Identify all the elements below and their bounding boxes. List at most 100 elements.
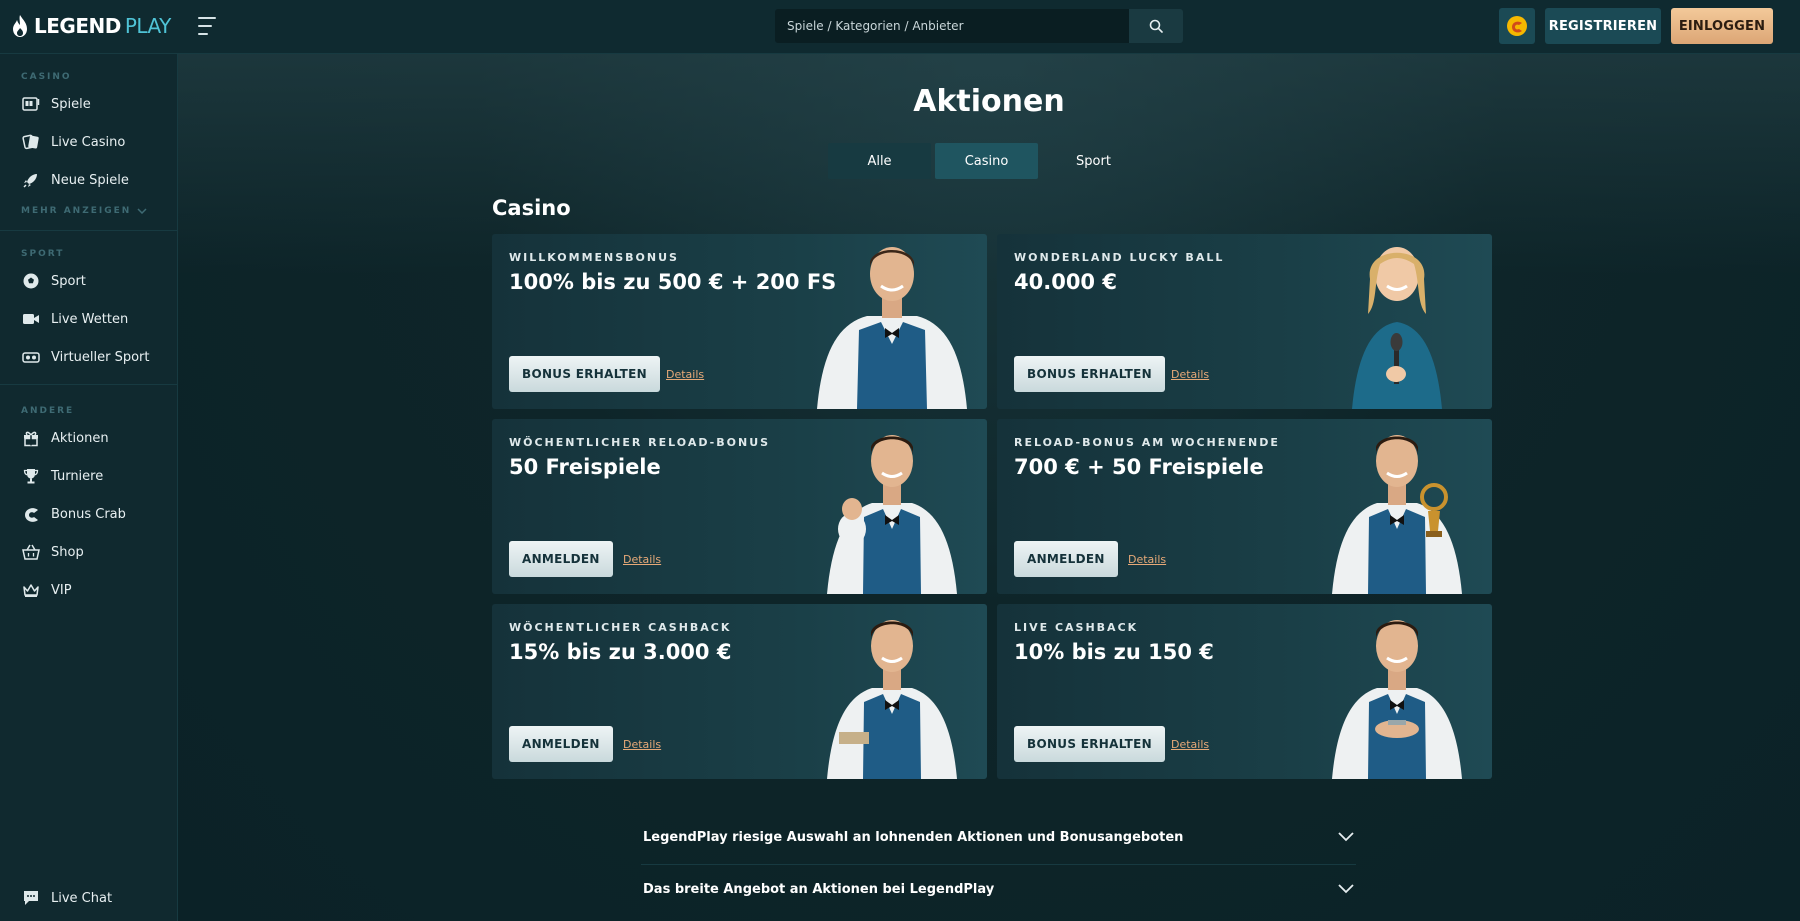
tab-sport[interactable]: Sport <box>1042 143 1145 179</box>
promo-card-welcome: WILLKOMMENSBONUS 100% bis zu 500 € + 200… <box>492 234 987 409</box>
search-input[interactable] <box>775 9 1129 43</box>
sidebar-item-spiele[interactable]: Spiele <box>21 93 91 115</box>
promo-kicker: WÖCHENTLICHER CASHBACK <box>509 621 732 634</box>
promo-card-lucky-ball: WONDERLAND LUCKY BALL 40.000 € BONUS ERH… <box>997 234 1492 409</box>
promo-cta-button[interactable]: ANMELDEN <box>509 726 613 762</box>
sidebar-item-bonus-crab[interactable]: Bonus Crab <box>21 503 126 525</box>
sidebar-section-andere: ANDERE <box>21 406 75 416</box>
sidebar-item-label: VIP <box>51 582 72 598</box>
promo-cta-button[interactable]: BONUS ERHALTEN <box>509 356 661 392</box>
gift-icon <box>21 429 41 447</box>
sidebar-divider <box>0 230 178 231</box>
promo-kicker: WONDERLAND LUCKY BALL <box>1014 251 1225 264</box>
promo-details-link[interactable]: Details <box>1128 553 1166 566</box>
sidebar-item-neue-spiele[interactable]: Neue Spiele <box>21 169 129 191</box>
promo-details-link[interactable]: Details <box>666 368 704 381</box>
dealer-with-chips-illustration <box>1332 620 1462 779</box>
promo-details-link[interactable]: Details <box>1171 738 1209 751</box>
chevron-down-icon <box>137 208 147 214</box>
filter-tabs: Alle Casino Sport <box>828 143 1145 179</box>
promo-cta-button[interactable]: BONUS ERHALTEN <box>1014 726 1166 762</box>
promo-details-link[interactable]: Details <box>623 553 661 566</box>
tab-casino[interactable]: Casino <box>935 143 1038 179</box>
sidebar-item-label: Sport <box>51 273 86 289</box>
promo-kicker: LIVE CASHBACK <box>1014 621 1139 634</box>
faq-item[interactable]: Das breite Angebot an Aktionen bei Legen… <box>641 863 1356 915</box>
sidebar-item-live-wetten[interactable]: Live Wetten <box>21 308 128 330</box>
dealer-with-trophy-illustration <box>1332 435 1462 594</box>
flame-logo-icon <box>13 15 27 37</box>
promo-kicker: RELOAD-BONUS AM WOCHENENDE <box>1014 436 1280 449</box>
crab-coin-button[interactable] <box>1499 8 1535 44</box>
chevron-down-icon <box>1338 884 1354 894</box>
slot-machine-icon <box>21 95 41 113</box>
promo-details-link[interactable]: Details <box>623 738 661 751</box>
live-chat-button[interactable]: Live Chat <box>21 887 112 909</box>
video-icon <box>21 310 41 328</box>
trophy-icon <box>21 467 41 485</box>
promo-cta-button[interactable]: BONUS ERHALTEN <box>1014 356 1166 392</box>
show-more-link[interactable]: MEHR ANZEIGEN <box>21 206 147 216</box>
sidebar-item-sport[interactable]: Sport <box>21 270 86 292</box>
sidebar-item-label: Neue Spiele <box>51 172 129 188</box>
brand-logo[interactable]: LEGEND PLAY <box>10 12 171 40</box>
main-content: Aktionen Alle Casino Sport Casino WILLKO… <box>178 54 1800 921</box>
logo-text-accent: PLAY <box>124 14 172 38</box>
show-more-label: MEHR ANZEIGEN <box>21 206 132 216</box>
crab-icon <box>21 505 41 523</box>
sidebar-item-live-casino[interactable]: Live Casino <box>21 131 125 153</box>
promo-cta-button[interactable]: ANMELDEN <box>509 541 613 577</box>
promo-amount: 10% bis zu 150 € <box>1014 640 1214 664</box>
login-button[interactable]: EINLOGGEN <box>1671 8 1773 44</box>
faq-item[interactable]: LegendPlay riesige Auswahl an lohnenden … <box>641 811 1356 863</box>
dealer-illustration <box>817 247 967 409</box>
sidebar: CASINO Spiele Live Casino Neue Spiele ME… <box>0 54 178 921</box>
promo-kicker: WÖCHENTLICHER RELOAD-BONUS <box>509 436 771 449</box>
search-bar <box>775 9 1183 43</box>
faq-question: Das breite Angebot an Aktionen bei Legen… <box>643 881 995 897</box>
top-header: LEGENDPLAY REGISTRIEREN EINLOGGEN <box>0 0 1800 54</box>
sidebar-item-aktionen[interactable]: Aktionen <box>21 427 109 449</box>
sidebar-item-label: Live Casino <box>51 134 126 150</box>
menu-toggle-icon[interactable] <box>198 17 218 35</box>
promo-card-weekly-reload: WÖCHENTLICHER RELOAD-BONUS 50 Freispiele… <box>492 419 987 594</box>
crab-coin-icon <box>1507 16 1527 36</box>
sidebar-item-shop[interactable]: Shop <box>21 541 84 563</box>
promo-card-live-cashback: LIVE CASHBACK 10% bis zu 150 € BONUS ERH… <box>997 604 1492 779</box>
sidebar-section-sport: SPORT <box>21 249 65 259</box>
sidebar-item-vip[interactable]: VIP <box>21 579 72 601</box>
promo-cta-button[interactable]: ANMELDEN <box>1014 541 1118 577</box>
sidebar-divider <box>0 384 178 385</box>
live-chat-label: Live Chat <box>51 890 113 906</box>
sidebar-item-label: Spiele <box>51 96 91 112</box>
chevron-down-icon <box>1338 832 1354 842</box>
section-title: Casino <box>492 196 571 220</box>
promo-amount: 100% bis zu 500 € + 200 FS <box>509 270 837 294</box>
promo-amount: 40.000 € <box>1014 270 1117 294</box>
logo-text-main: LEGEND <box>34 14 121 38</box>
sidebar-item-label: Aktionen <box>51 430 109 446</box>
promo-card-weekly-cashback: WÖCHENTLICHER CASHBACK 15% bis zu 3.000 … <box>492 604 987 779</box>
sidebar-item-label: Shop <box>51 544 84 560</box>
dealer-with-cash-illustration <box>827 620 957 779</box>
sidebar-item-virtueller-sport[interactable]: Virtueller Sport <box>21 346 150 368</box>
tab-alle[interactable]: Alle <box>828 143 931 179</box>
crown-icon <box>21 581 41 599</box>
faq-question: LegendPlay riesige Auswahl an lohnenden … <box>643 829 1184 845</box>
sidebar-item-label: Bonus Crab <box>51 506 126 522</box>
search-button[interactable] <box>1129 9 1183 43</box>
dealer-illustration <box>827 435 957 594</box>
cards-icon <box>21 133 41 151</box>
vr-headset-icon <box>21 348 41 366</box>
sidebar-section-casino: CASINO <box>21 72 72 82</box>
register-button[interactable]: REGISTRIEREN <box>1545 8 1661 44</box>
sidebar-item-turniere[interactable]: Turniere <box>21 465 103 487</box>
promo-amount: 50 Freispiele <box>509 455 661 479</box>
chat-bubble-icon <box>21 889 41 907</box>
page-title: Aktionen <box>913 84 1065 119</box>
promo-details-link[interactable]: Details <box>1171 368 1209 381</box>
promo-card-weekend-reload: RELOAD-BONUS AM WOCHENENDE 700 € + 50 Fr… <box>997 419 1492 594</box>
search-icon <box>1149 19 1163 33</box>
hostess-illustration <box>1352 247 1442 409</box>
sidebar-item-label: Turniere <box>51 468 104 484</box>
